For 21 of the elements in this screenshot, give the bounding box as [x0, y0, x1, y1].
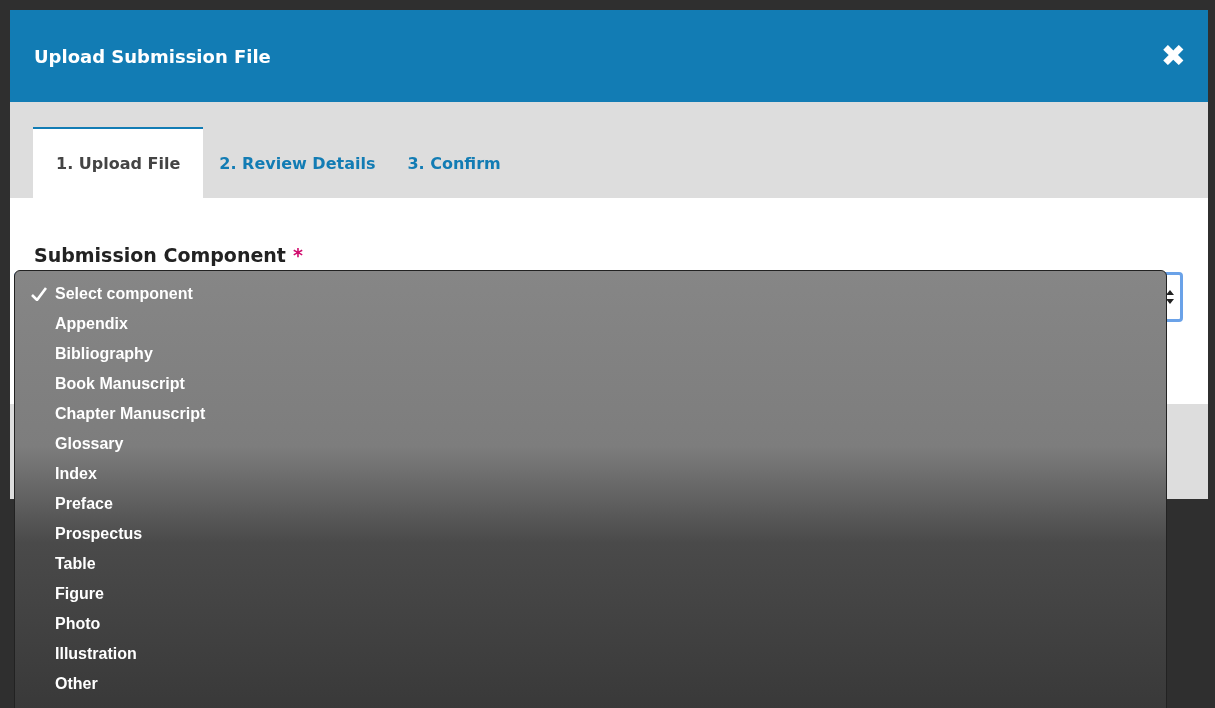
tab[interactable]: 1. Upload File: [33, 127, 204, 198]
tab[interactable]: 3. Confirm: [391, 127, 517, 198]
tab[interactable]: 2. Review Details: [203, 127, 392, 198]
modal-title: Upload Submission File: [34, 45, 271, 67]
close-button[interactable]: ✖: [1160, 41, 1186, 71]
menu-option[interactable]: Other: [15, 669, 100, 699]
menu-option[interactable]: Appendix: [15, 309, 130, 339]
menu-option[interactable]: Chapter Manuscript: [15, 399, 208, 429]
menu-option[interactable]: Illustration: [15, 639, 139, 669]
menu-option[interactable]: Index: [15, 459, 99, 489]
menu-option[interactable]: Book Manuscript: [15, 369, 187, 399]
menu-option[interactable]: Photo: [15, 609, 103, 639]
menu-option[interactable]: Preface: [15, 489, 115, 519]
menu-option[interactable]: Bibliography: [15, 339, 155, 369]
field-label: Submission Component: [34, 244, 286, 266]
menu-option[interactable]: Table: [15, 549, 98, 579]
required-mark: *: [292, 244, 303, 266]
menu-option[interactable]: Figure: [15, 579, 106, 609]
menu-option[interactable]: Select component: [15, 279, 195, 309]
menu-option[interactable]: Prospectus: [15, 519, 145, 549]
menu-option[interactable]: Glossary: [15, 429, 126, 459]
